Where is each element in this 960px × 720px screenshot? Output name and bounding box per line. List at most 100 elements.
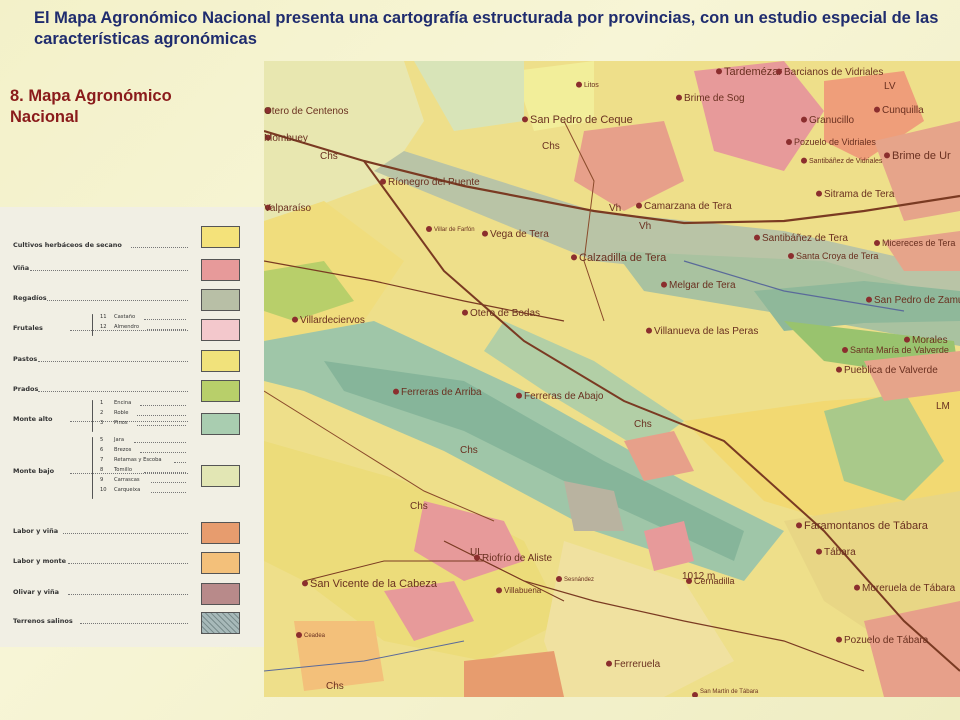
map-code-label: Chs [460, 445, 478, 456]
town-marker [380, 178, 386, 185]
legend-swatch [201, 319, 240, 341]
slide-title: El Mapa Agronómico Nacional presenta una… [34, 9, 939, 48]
legend-swatch [201, 413, 240, 435]
legend-leader [80, 623, 188, 624]
map-legend: Cultivos herbáceos de secano Viña Regadíos… [0, 207, 265, 647]
place-label: San Pedro de Ceque [530, 114, 633, 126]
place-label: Sesnández [564, 577, 594, 583]
legend-leader [29, 270, 188, 271]
place-label: Brime de Sog [684, 93, 745, 104]
place-label: Ferreras de Abajo [524, 391, 604, 402]
town-marker [636, 202, 642, 209]
town-marker [462, 309, 468, 316]
slide-subtitle: 8. Mapa Agronómico Nacional [10, 87, 172, 126]
town-marker [836, 636, 842, 643]
legend-brace [92, 400, 93, 432]
legend-subitem: 7 Retamas y Escoba [100, 457, 162, 463]
town-marker [904, 336, 910, 343]
legend-brace [92, 437, 93, 499]
town-marker [801, 157, 807, 164]
legend-leader [38, 391, 188, 392]
legend-leader [147, 329, 186, 330]
legend-subitem: 3 Pinos [100, 420, 128, 426]
legend-swatch [201, 583, 240, 605]
legend-subitem: 8 Tomillo [100, 467, 133, 473]
legend-subitem: 10 Carqueixa [100, 487, 141, 493]
place-label: Morales [912, 335, 948, 346]
map-code-label: 1012 m [682, 571, 715, 582]
place-label: Mombuey [264, 133, 308, 144]
map-code-label: Chs [542, 141, 560, 152]
place-label: Sitrama de Tera [824, 189, 895, 200]
agronomic-map: Tardemézar Barcianos de Vidriales Brime de… [264, 61, 960, 697]
legend-swatch [201, 289, 240, 311]
legend-leader [130, 247, 188, 248]
town-marker [788, 253, 794, 259]
legend-leader [133, 442, 186, 443]
place-label: Litos [584, 82, 599, 89]
town-marker [816, 548, 822, 555]
legend-swatch [201, 522, 240, 544]
town-marker [874, 106, 880, 113]
town-marker [836, 366, 842, 373]
legend-subitem: 2 Roble [100, 410, 129, 416]
legend-leader [143, 472, 186, 473]
town-marker [716, 68, 722, 75]
legend-leader [140, 405, 186, 406]
legend-leader [137, 425, 186, 426]
legend-subitem: 12 Almendro [100, 324, 140, 330]
legend-label: Monte alto [13, 415, 53, 423]
place-label: Villabuena [504, 586, 542, 595]
legend-label: Monte bajo [13, 467, 55, 475]
town-marker [556, 576, 562, 582]
map-code-label: Chs [410, 501, 428, 512]
map-code-label: Vh [639, 221, 651, 232]
legend-swatch [201, 552, 240, 574]
place-label: Santibáñez de Tera [762, 233, 848, 244]
map-code-label: Chs [634, 419, 652, 430]
place-label: Tábara [824, 547, 856, 558]
place-label: Cunquilla [882, 105, 924, 116]
place-label: San Martín de Tábara [700, 689, 759, 695]
legend-swatch [201, 612, 240, 634]
place-label: Santa María de Valverde [850, 345, 949, 355]
place-label: Ceadea [304, 633, 326, 639]
legend-label: Labor y monte [13, 557, 66, 565]
place-label: Ríonegro del Puente [388, 177, 480, 188]
legend-label: Labor y viña [13, 527, 59, 535]
place-label: Villardeciervos [300, 315, 365, 326]
place-label: Tardemézar [724, 66, 782, 78]
town-marker [393, 388, 399, 395]
town-marker [296, 632, 302, 638]
place-label: Riofrío de Aliste [482, 553, 552, 564]
legend-swatch [201, 350, 240, 372]
town-marker [854, 584, 860, 591]
legend-label: Regadíos [13, 294, 47, 302]
map-code-label: LM [936, 401, 950, 412]
town-marker [874, 240, 880, 246]
legend-subitem: 5 Jara [100, 437, 125, 443]
place-label: Pozuelo de Tábara [844, 635, 929, 646]
place-label: Villanueva de las Peras [654, 326, 758, 337]
town-marker [676, 94, 682, 101]
town-marker [692, 692, 698, 697]
legend-leader [150, 492, 186, 493]
place-label: Vega de Tera [490, 229, 549, 240]
map-code-label: LV [884, 81, 896, 92]
legend-subitem: 9 Carrascas [100, 477, 140, 483]
legend-leader [174, 462, 186, 463]
map-zones [264, 61, 960, 697]
town-marker [842, 347, 848, 353]
legend-leader [140, 452, 186, 453]
town-marker [796, 522, 802, 529]
legend-leader [63, 533, 188, 534]
legend-label: Prados [13, 385, 39, 393]
place-label: Ferreruela [614, 659, 661, 670]
town-marker [576, 81, 582, 88]
town-marker [426, 226, 432, 232]
place-label: Santibáñez de Vidriales [809, 158, 883, 165]
place-label: Brime de Ur [892, 150, 951, 162]
place-label: Otero de Bodas [470, 308, 540, 319]
town-marker [482, 230, 488, 237]
legend-leader [143, 319, 186, 320]
